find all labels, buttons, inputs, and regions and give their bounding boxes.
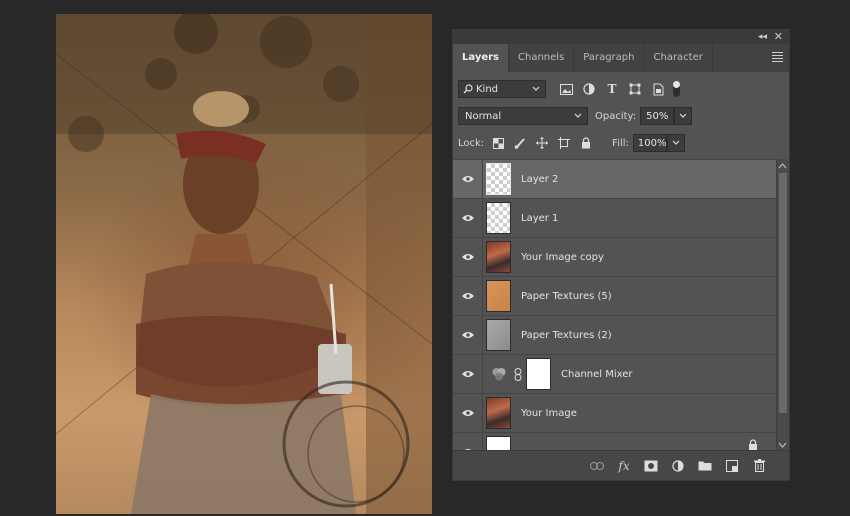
canvas-artwork — [56, 14, 432, 514]
layer-thumbnail[interactable] — [486, 280, 511, 312]
chevron-down-icon — [532, 86, 540, 91]
chevron-down-icon — [679, 113, 687, 118]
panel-menu-icon[interactable] — [772, 52, 783, 64]
layer-name[interactable]: Layer 2 — [521, 174, 558, 185]
layer-thumbnail[interactable] — [486, 397, 511, 429]
layer-row[interactable]: Channel Mixer — [453, 354, 776, 393]
new-adjustment-layer-icon[interactable] — [670, 458, 686, 474]
adjustment-filter-icon[interactable] — [581, 81, 597, 97]
visibility-eye-icon[interactable] — [453, 394, 483, 432]
layer-thumbnail[interactable] — [486, 163, 511, 195]
visibility-eye-icon[interactable] — [453, 238, 483, 276]
filter-toggle-switch[interactable] — [673, 81, 680, 97]
layer-thumbnail[interactable] — [486, 241, 511, 273]
layer-row[interactable]: Your Image copy — [453, 237, 776, 276]
panel-title-bar: ◂◂ ✕ — [453, 30, 789, 44]
scroll-up-icon[interactable] — [777, 161, 788, 171]
layer-row[interactable]: Layer 1 — [453, 198, 776, 237]
close-icon[interactable]: ✕ — [774, 30, 783, 43]
scrollbar-thumb[interactable] — [779, 173, 787, 413]
new-layer-icon[interactable] — [724, 458, 740, 474]
blend-row: Normal Opacity: 50% — [458, 107, 789, 125]
type-filter-icon[interactable]: T — [604, 81, 620, 97]
opacity-value: 50% — [646, 110, 669, 122]
tab-channels[interactable]: Channels — [509, 44, 575, 72]
lock-position-icon[interactable] — [534, 135, 550, 151]
layer-name[interactable]: Layer 1 — [521, 213, 558, 224]
opacity-dropdown-button[interactable] — [674, 107, 693, 125]
visibility-eye-icon[interactable] — [453, 355, 483, 393]
new-group-folder-icon[interactable] — [697, 458, 713, 474]
shape-filter-icon[interactable] — [627, 81, 643, 97]
collapse-icon[interactable]: ◂◂ — [758, 31, 767, 43]
layers-scrollbar[interactable] — [776, 159, 789, 452]
delete-layer-trash-icon[interactable] — [751, 458, 767, 474]
layers-bottom-toolbar: fx — [453, 450, 789, 480]
layer-row[interactable] — [453, 432, 776, 452]
lock-artboard-icon[interactable] — [556, 135, 572, 151]
link-layers-icon[interactable] — [589, 458, 605, 474]
fill-input[interactable]: 100% — [632, 134, 667, 152]
lock-row: Lock: Fill: 100% — [458, 134, 789, 152]
layer-row[interactable]: Your Image — [453, 393, 776, 432]
lock-all-icon[interactable] — [578, 135, 594, 151]
filter-kind-select[interactable]: Kind — [458, 80, 546, 98]
opacity-label: Opacity: — [595, 110, 637, 122]
link-chain-icon[interactable] — [514, 367, 522, 381]
layer-row[interactable]: Layer 2 — [453, 159, 776, 198]
fill-label: Fill: — [612, 137, 629, 149]
layer-name[interactable]: Your Image copy — [521, 252, 604, 263]
search-icon — [463, 84, 473, 94]
layer-thumbnail[interactable] — [486, 319, 511, 351]
visibility-eye-icon[interactable] — [453, 199, 483, 237]
visibility-eye-icon[interactable] — [453, 316, 483, 354]
tab-paragraph[interactable]: Paragraph — [574, 44, 645, 72]
lock-transparent-pixels-icon[interactable] — [490, 135, 506, 151]
chevron-down-icon — [672, 140, 680, 145]
fill-value: 100% — [637, 137, 667, 149]
panel-tabs: Layers Channels Paragraph Character — [453, 44, 789, 72]
layer-name[interactable]: Channel Mixer — [561, 369, 633, 380]
layer-row[interactable]: Paper Textures (2) — [453, 315, 776, 354]
layer-style-fx-icon[interactable]: fx — [616, 458, 632, 474]
lock-image-pixels-icon[interactable] — [512, 135, 528, 151]
tab-layers[interactable]: Layers — [453, 44, 509, 72]
smart-object-filter-icon[interactable] — [650, 81, 666, 97]
layers-list: Layer 2 Layer 1 Your Image copy Paper Te… — [453, 159, 776, 452]
tab-character[interactable]: Character — [645, 44, 713, 72]
document-canvas[interactable] — [56, 14, 432, 514]
layer-mask-thumbnail[interactable] — [526, 358, 551, 390]
image-filter-icon[interactable] — [558, 81, 574, 97]
opacity-input[interactable]: 50% — [640, 107, 675, 125]
layer-name[interactable]: Paper Textures (2) — [521, 330, 612, 341]
scroll-down-icon[interactable] — [777, 440, 788, 450]
layer-row[interactable]: Paper Textures (5) — [453, 276, 776, 315]
channel-mixer-adjustment-icon[interactable] — [486, 358, 511, 390]
lock-label: Lock: — [458, 137, 485, 149]
fill-dropdown-button[interactable] — [666, 134, 685, 152]
add-layer-mask-icon[interactable] — [643, 458, 659, 474]
blend-mode-select[interactable]: Normal — [458, 107, 588, 125]
chevron-down-icon — [574, 113, 582, 118]
layers-panel: ◂◂ ✕ Layers Channels Paragraph Character… — [452, 29, 790, 481]
visibility-eye-icon[interactable] — [453, 160, 483, 198]
layer-thumbnail[interactable] — [486, 202, 511, 234]
filter-kind-value: Kind — [476, 83, 499, 95]
visibility-eye-icon[interactable] — [453, 277, 483, 315]
filter-row: Kind T — [458, 80, 789, 98]
layer-name[interactable]: Your Image — [521, 408, 577, 419]
layer-name[interactable]: Paper Textures (5) — [521, 291, 612, 302]
blend-mode-value: Normal — [465, 110, 502, 122]
